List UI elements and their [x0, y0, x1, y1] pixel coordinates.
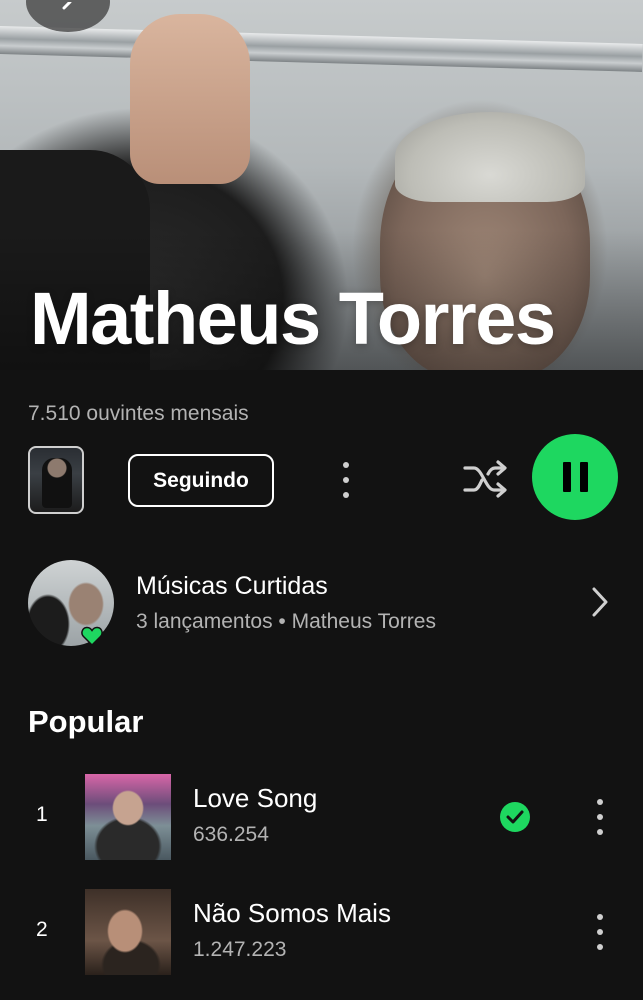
section-title-popular: Popular [28, 704, 144, 739]
liked-songs-subtitle: 3 lançamentos • Matheus Torres [136, 610, 436, 633]
handrail [0, 26, 643, 72]
track-row[interactable]: 2 Não Somos Mais 1.247.223 [0, 886, 643, 976]
artist-name: Matheus Torres [30, 277, 556, 360]
track-title: Não Somos Mais [193, 898, 391, 928]
more-vertical-icon[interactable] [341, 462, 351, 498]
track-rank: 1 [36, 803, 48, 826]
liked-songs-title: Músicas Curtidas [136, 572, 328, 600]
track-play-count: 1.247.223 [193, 938, 287, 961]
hero-hand [130, 14, 250, 184]
liked-songs-row[interactable]: Músicas Curtidas 3 lançamentos • Matheus… [28, 560, 623, 650]
pause-button[interactable] [532, 434, 618, 520]
more-vertical-icon[interactable] [595, 799, 605, 835]
follow-button[interactable]: Seguindo [128, 454, 274, 507]
track-play-count: 636.254 [193, 823, 269, 846]
hero-hair [395, 112, 585, 202]
shuffle-icon[interactable] [462, 458, 510, 500]
track-rank: 2 [36, 918, 48, 941]
heart-icon [81, 626, 103, 646]
track-row[interactable]: 1 Love Song 636.254 [0, 771, 643, 861]
chevron-left-icon [62, 2, 72, 10]
chevron-right-icon [592, 587, 608, 617]
monthly-listeners: 7.510 ouvintes mensais [28, 402, 249, 425]
pause-icon [562, 462, 571, 492]
track-title: Love Song [193, 783, 318, 813]
more-vertical-icon[interactable] [595, 914, 605, 950]
track-cover [85, 774, 171, 860]
track-cover [85, 889, 171, 975]
check-circle-icon[interactable] [500, 802, 530, 832]
artist-preview-thumbnail[interactable] [28, 446, 84, 514]
thumbnail-figure [42, 458, 72, 508]
